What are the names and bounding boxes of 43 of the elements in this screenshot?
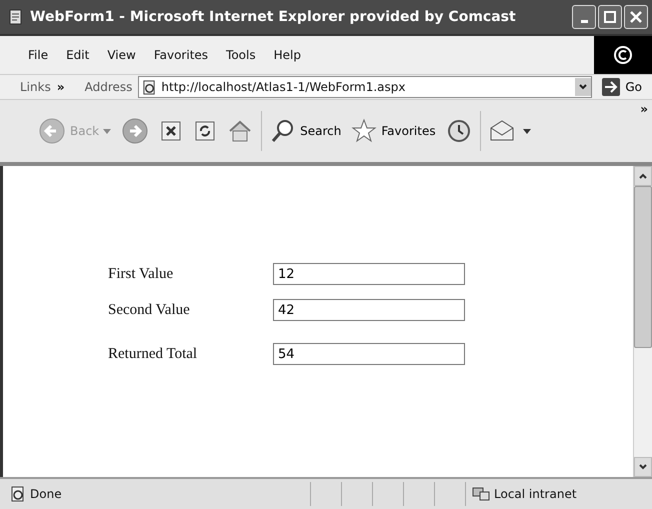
caret-icon: [522, 128, 531, 134]
go-button[interactable]: Go: [598, 78, 652, 96]
page-icon: [10, 486, 26, 502]
window-title: WebForm1 - Microsoft Internet Explorer provided by Comcast: [30, 9, 516, 25]
input-field[interactable]: 42: [273, 299, 465, 321]
maximize-icon: [603, 10, 617, 24]
favorites-button[interactable]: Favorites: [349, 116, 438, 146]
address-field[interactable]: http://localhost/Atlas1-1/WebForm1.aspx: [138, 76, 592, 98]
minimize-icon: [580, 20, 588, 22]
caret-icon: [103, 128, 112, 134]
maximize-button[interactable]: [598, 5, 622, 29]
address-label: Address: [84, 80, 132, 94]
page-icon: [8, 9, 24, 25]
close-icon: [629, 10, 643, 24]
scroll-thumb[interactable]: [634, 186, 652, 348]
arrow-right-icon: [602, 78, 620, 96]
search-button[interactable]: Search: [268, 116, 344, 146]
input-field[interactable]: 54: [273, 343, 465, 365]
dropdown-icon: [578, 82, 588, 92]
menu-item[interactable]: Help: [274, 48, 301, 62]
scroll-up-button[interactable]: [634, 166, 652, 186]
menu-item[interactable]: Edit: [66, 48, 90, 62]
menu-item[interactable]: View: [107, 48, 136, 62]
input-field[interactable]: 12: [273, 263, 465, 285]
status-text: Done: [30, 487, 62, 501]
menu-item[interactable]: Favorites: [154, 48, 208, 62]
toolbar-chevron[interactable]: »: [640, 102, 648, 116]
menu-item[interactable]: Tools: [226, 48, 256, 62]
scroll-down-button[interactable]: [634, 457, 652, 477]
zone-text: Local intranet: [494, 487, 577, 501]
field-label: Returned Total: [108, 346, 198, 362]
page-icon: [142, 80, 158, 94]
field-label: Second Value: [108, 302, 191, 318]
minimize-button[interactable]: [572, 5, 596, 29]
scrollbar[interactable]: [633, 166, 652, 477]
network-icon: [472, 486, 490, 502]
star-icon: [351, 118, 378, 144]
logo-icon: [613, 45, 633, 65]
links-label[interactable]: Links: [20, 80, 51, 94]
links-chevron[interactable]: »: [56, 80, 65, 94]
menu-item[interactable]: File: [28, 48, 48, 62]
field-label: First Value: [108, 266, 174, 282]
close-button[interactable]: [624, 5, 648, 29]
